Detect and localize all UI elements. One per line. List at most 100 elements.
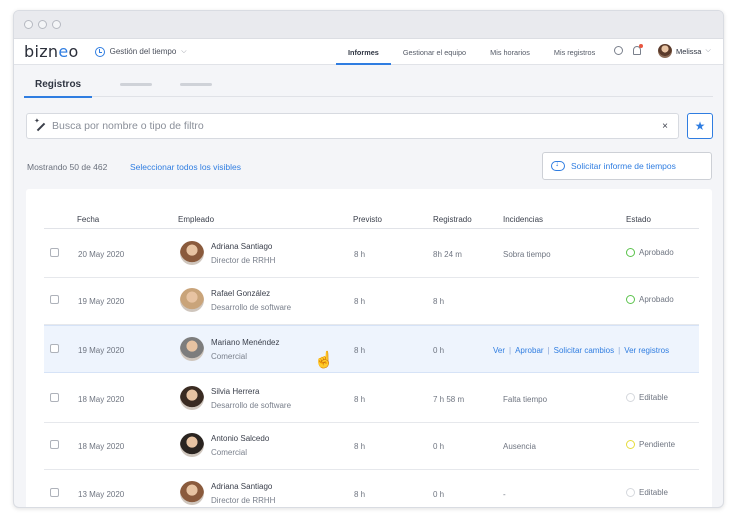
status-dot: [626, 248, 635, 257]
column-header-incidencias[interactable]: Incidencias: [503, 215, 543, 224]
table-row[interactable]: 19 May 2020 Rafael González Desarrollo de …: [44, 277, 699, 325]
close-icon[interactable]: ×: [662, 121, 668, 132]
cell-planned: 8 h: [354, 250, 366, 259]
module-label: Gestión del tiempo: [109, 47, 177, 56]
cell-planned: 8 h: [354, 395, 366, 404]
cell-employee-name[interactable]: Silvia Herrera: [211, 387, 259, 396]
status-dot: [626, 295, 635, 304]
cell-planned: 8 h: [354, 297, 366, 306]
cell-date: 19 May 2020: [78, 346, 125, 355]
window-dot[interactable]: [38, 20, 47, 29]
cell-incident: Sobra tiempo: [503, 250, 551, 259]
avatar: [180, 337, 204, 361]
request-report-button[interactable]: Solicitar informe de tiempos: [542, 152, 712, 180]
select-all-link[interactable]: Seleccionar todos los visibles: [130, 162, 241, 172]
status-label: Editable: [639, 488, 668, 497]
cell-registered: 8 h: [433, 297, 445, 306]
cell-date: 18 May 2020: [78, 395, 125, 404]
cell-employee-name[interactable]: Rafael González: [211, 289, 270, 298]
cell-registered: 0 h: [433, 442, 445, 451]
timer-icon[interactable]: [614, 46, 623, 55]
column-header-registrado[interactable]: Registrado: [433, 215, 472, 224]
cell-date: 20 May 2020: [78, 250, 125, 259]
results-count: Mostrando 50 de 462: [27, 162, 108, 172]
row-checkbox[interactable]: [50, 344, 59, 353]
cell-registered: 0 h: [433, 490, 445, 499]
status-label: Aprobado: [639, 295, 674, 304]
cell-registered: 0 h: [433, 346, 445, 355]
status-badge: Aprobado: [626, 248, 674, 257]
table-row[interactable]: 18 May 2020 Antonio Salcedo Comercial 8 h 0 …: [44, 422, 699, 470]
cell-employee-role: Director de RRHH: [211, 256, 276, 265]
magic-wand-icon: [34, 117, 46, 132]
status-badge: Editable: [626, 488, 668, 497]
status-badge: Pendiente: [626, 440, 675, 449]
window-dot[interactable]: [24, 20, 33, 29]
cloud-download-icon: [551, 159, 565, 171]
column-header-estado[interactable]: Estado: [626, 215, 651, 224]
avatar: [180, 241, 204, 265]
nav-links: Informes Gestionar el equipo Mis horario…: [336, 39, 607, 65]
nav-mis-horarios[interactable]: Mis horarios: [478, 39, 542, 65]
star-icon: ★: [694, 119, 706, 133]
column-header-previsto[interactable]: Previsto: [353, 215, 382, 224]
avatar: [180, 481, 204, 505]
module-selector[interactable]: Gestión del tiempo ⌵: [94, 46, 187, 57]
cell-employee-name[interactable]: Adriana Santiago: [211, 482, 272, 491]
cell-employee-role: Desarrollo de software: [211, 303, 292, 312]
bell-icon[interactable]: [633, 44, 643, 55]
row-checkbox[interactable]: [50, 248, 59, 257]
cell-employee-name[interactable]: Antonio Salcedo: [211, 434, 269, 443]
nav-informes[interactable]: Informes: [336, 39, 391, 65]
column-header-empleado[interactable]: Empleado: [178, 215, 214, 224]
report-button-label: Solicitar informe de tiempos: [571, 161, 676, 171]
nav-gestionar-equipo[interactable]: Gestionar el equipo: [391, 39, 478, 65]
logo-text: bizn: [24, 42, 59, 61]
cell-incident: Falta tiempo: [503, 395, 548, 404]
tab-placeholder[interactable]: [120, 83, 153, 86]
table-row[interactable]: 18 May 2020 Silvia Herrera Desarrollo de s…: [44, 375, 699, 423]
window-dot[interactable]: [52, 20, 61, 29]
table-row[interactable]: 19 May 2020 Mariano Menéndez Comercial 8 h 0…: [44, 325, 699, 373]
action-ver-registros[interactable]: Ver registros: [624, 346, 669, 355]
browser-window: bizneo Gestión del tiempo ⌵ Informes Ges…: [13, 10, 724, 508]
cell-employee-name[interactable]: Adriana Santiago: [211, 242, 272, 251]
status-label: Pendiente: [639, 440, 676, 449]
avatar: [658, 44, 672, 58]
user-menu[interactable]: Melissa ⌵: [658, 44, 711, 58]
row-actions: Ver | Aprobar | Solicitar cambios | Ver regist…: [493, 346, 670, 355]
favorite-filter-button[interactable]: ★: [687, 113, 713, 139]
cell-incident: Ausencia: [503, 442, 536, 451]
row-checkbox[interactable]: [50, 295, 59, 304]
status-label: Aprobado: [639, 248, 674, 257]
action-solicitar-cambios[interactable]: Solicitar cambios: [554, 346, 614, 355]
avatar: [180, 386, 204, 410]
cell-registered: 7 h 58 m: [433, 395, 465, 404]
avatar: [180, 288, 204, 312]
search-input[interactable]: [52, 120, 663, 132]
chevron-down-icon: ⌵: [181, 47, 187, 55]
row-checkbox[interactable]: [50, 488, 59, 497]
action-aprobar[interactable]: Aprobar: [515, 346, 543, 355]
row-checkbox[interactable]: [50, 440, 59, 449]
cell-employee-name[interactable]: Mariano Menéndez: [211, 338, 279, 347]
cell-employee-role: Comercial: [211, 352, 248, 361]
bizneo-logo[interactable]: bizneo: [24, 42, 79, 61]
table-row[interactable]: 20 May 2020 Adriana Santiago Director de R…: [44, 230, 699, 278]
pointer-hand-icon: ☝: [314, 352, 334, 369]
user-name: Melissa: [676, 46, 702, 56]
status-label: Editable: [639, 393, 668, 402]
cell-registered: 8h 24 m: [433, 250, 462, 259]
table-row[interactable]: 13 May 2020 Adriana Santiago Director de R…: [44, 470, 699, 507]
cell-planned: 8 h: [354, 346, 366, 355]
tab-placeholder[interactable]: [180, 83, 213, 86]
cell-incident: -: [503, 490, 506, 499]
nav-mis-registros[interactable]: Mis registros: [542, 39, 607, 65]
row-checkbox[interactable]: [50, 393, 59, 402]
action-ver[interactable]: Ver: [493, 346, 505, 355]
status-badge: Editable: [626, 393, 668, 402]
cell-date: 19 May 2020: [78, 297, 125, 306]
tab-registros[interactable]: Registros: [24, 73, 93, 98]
column-header-fecha[interactable]: Fecha: [77, 215, 99, 224]
browser-titlebar: [14, 11, 723, 39]
